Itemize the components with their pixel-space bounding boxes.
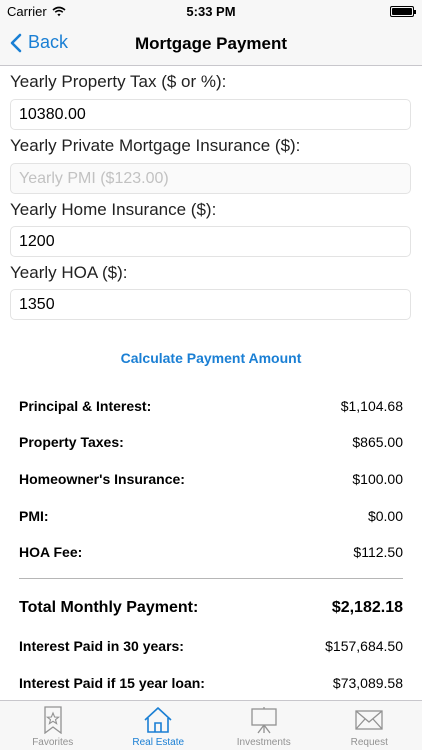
tab-investments[interactable]: Investments — [211, 701, 317, 750]
tab-favorites[interactable]: Favorites — [0, 701, 106, 750]
result-property-taxes: Property Taxes: $865.00 — [19, 434, 403, 450]
status-time: 5:33 PM — [186, 4, 236, 19]
interest-value: $157,684.50 — [325, 638, 403, 654]
hoa-label: Yearly HOA ($): — [10, 263, 128, 282]
result-pmi: PMI: $0.00 — [19, 508, 403, 524]
tab-bar: Favorites Real Estate Investments Reques… — [0, 700, 422, 750]
home-insurance-label: Yearly Home Insurance ($): — [10, 200, 217, 219]
result-value: $0.00 — [367, 508, 403, 524]
result-hoa-fee: HOA Fee: $112.50 — [19, 544, 403, 560]
result-label: HOA Fee: — [19, 544, 83, 560]
interest-label: Interest Paid if 15 year loan: — [19, 675, 205, 691]
result-label: Principal & Interest: — [19, 398, 152, 414]
hoa-input[interactable] — [10, 289, 411, 320]
battery-icon — [390, 6, 416, 17]
easel-icon — [251, 707, 277, 734]
tab-label: Request — [350, 737, 388, 748]
tab-label: Real Estate — [132, 737, 185, 748]
result-value: $112.50 — [353, 544, 403, 560]
interest-value: $73,089.58 — [332, 675, 403, 691]
pmi-label: Yearly Private Mortgage Insurance ($): — [10, 136, 301, 155]
result-homeowners-insurance: Homeowner's Insurance: $100.00 — [19, 471, 403, 487]
total-monthly-payment: Total Monthly Payment: $2,182.18 — [19, 599, 403, 617]
house-icon — [144, 707, 172, 733]
property-tax-label: Yearly Property Tax ($ or %): — [10, 72, 227, 91]
pmi-input[interactable] — [10, 163, 411, 194]
result-label: PMI: — [19, 508, 49, 524]
tab-request[interactable]: Request — [317, 701, 422, 750]
result-value: $865.00 — [352, 434, 403, 450]
status-bar: Carrier 5:33 PM — [0, 0, 422, 24]
tab-label: Investments — [236, 737, 291, 748]
page-title: Mortgage Payment — [134, 34, 288, 53]
star-icon — [44, 706, 62, 734]
property-tax-input[interactable] — [10, 99, 411, 130]
result-label: Homeowner's Insurance: — [19, 471, 185, 487]
results-divider — [19, 578, 403, 579]
envelope-icon — [355, 710, 383, 730]
result-label: Property Taxes: — [19, 434, 124, 450]
result-principal-interest: Principal & Interest: $1,104.68 — [19, 398, 403, 414]
calculate-payment-button[interactable]: Calculate Payment Amount — [0, 350, 422, 366]
home-insurance-input[interactable] — [10, 226, 411, 257]
tab-label: Favorites — [32, 737, 74, 748]
total-label: Total Monthly Payment: — [19, 599, 199, 616]
interest-paid-30-years: Interest Paid in 30 years: $157,684.50 — [19, 638, 403, 654]
result-value: $100.00 — [352, 471, 403, 487]
navigation-bar: Back Mortgage Payment — [0, 24, 422, 66]
interest-paid-15-years: Interest Paid if 15 year loan: $73,089.5… — [19, 675, 403, 691]
interest-label: Interest Paid in 30 years: — [19, 638, 184, 654]
tab-real-estate[interactable]: Real Estate — [106, 701, 212, 750]
result-value: $1,104.68 — [340, 398, 403, 414]
total-value: $2,182.18 — [331, 599, 403, 616]
